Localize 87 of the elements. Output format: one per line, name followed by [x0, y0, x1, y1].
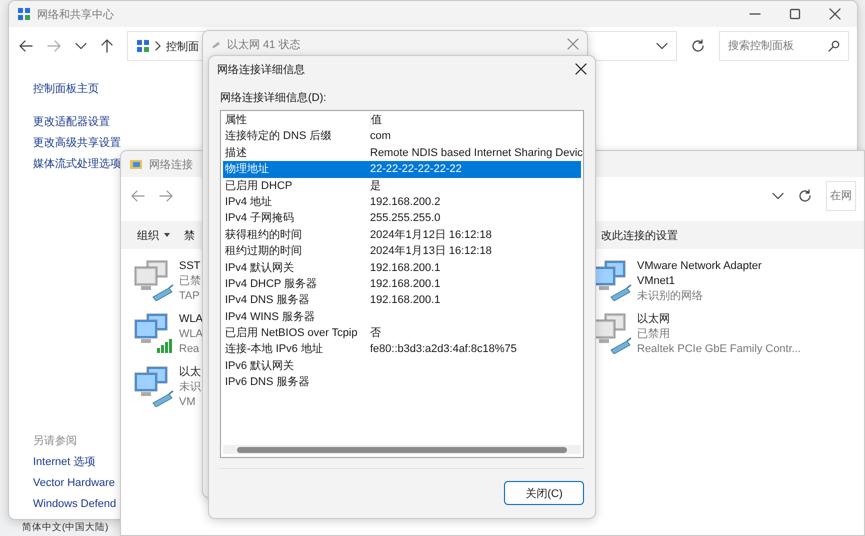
- property-cell-text: IPv4 WINS 服务器: [225, 310, 316, 325]
- wireless-network-computers-icon[interactable]: [133, 312, 175, 354]
- value-cell-text: 是: [370, 178, 382, 194]
- property-cell-text: IPv6 DNS 服务器: [225, 375, 310, 390]
- sidebar-link[interactable]: Windows Defend: [33, 494, 116, 515]
- adapter-name[interactable]: VMware Network Adapter VMnet1: [637, 259, 787, 289]
- window-title: 网络连接: [149, 158, 193, 172]
- close-icon[interactable]: [829, 8, 841, 20]
- property-cell-text: 描述: [225, 146, 248, 161]
- adapter-detail: 已禁用: [637, 327, 671, 342]
- value-cell-text: 2024年1月12日 16:12:18: [370, 228, 493, 243]
- property-cell-text: 连接-本地 IPv6 地址: [225, 342, 324, 358]
- adapter-detail: Rea: [179, 342, 200, 357]
- window-title: 网络和共享中心: [37, 8, 114, 22]
- breadcrumb-item[interactable]: 控制面: [166, 38, 199, 54]
- value-cell-text: Remote NDIS based Internet Sharing Devic: [370, 146, 583, 161]
- adapter-detail: VM: [179, 395, 196, 410]
- property-cell-text: IPv4 子网掩码: [225, 211, 296, 226]
- cable-icon: [211, 40, 221, 48]
- scrollbar-thumb[interactable]: [237, 446, 567, 452]
- adapter-detail: TAP: [179, 289, 201, 304]
- adapter-detail: 已禁: [179, 274, 201, 289]
- sidebar-link[interactable]: 媒体流式处理选项: [33, 154, 121, 175]
- folder-network-icon: [129, 157, 143, 171]
- section-heading: 另请参阅: [33, 434, 77, 449]
- selected-row[interactable]: 物理地址 22-22-22-22-22-22: [223, 161, 581, 178]
- control-panel-icon: [17, 7, 31, 21]
- chevron-down-icon[interactable]: [772, 192, 784, 200]
- search-field[interactable]: 在网: [826, 181, 856, 211]
- property-cell-text: IPv4 默认网关: [225, 260, 296, 276]
- sidebar-link[interactable]: 更改适配器设置: [33, 112, 110, 133]
- value-cell-text: com: [370, 129, 392, 144]
- property-cell-text: 连接特定的 DNS 后缀: [225, 128, 332, 144]
- property-cell-text: 已启用 NetBIOS over Tcpip: [225, 326, 358, 342]
- property-cell-text: IPv4 地址: [225, 194, 274, 210]
- chevron-down-icon[interactable]: [75, 42, 87, 50]
- value-cell-text: 22-22-22-22-22-22: [370, 162, 463, 178]
- sidebar-link[interactable]: Vector Hardware: [33, 473, 115, 494]
- search-icon[interactable]: [828, 40, 840, 52]
- adapter-detail: Realtek PCIe GbE Family Contr...: [637, 342, 801, 357]
- adapter-name[interactable]: 以太: [179, 365, 201, 380]
- value-cell-text: 2024年1月13日 16:12:18: [370, 244, 493, 260]
- property-cell-text: 已启用 DHCP: [225, 178, 294, 194]
- language-label: 简体中文(中国大陆): [22, 522, 108, 534]
- dialog-title: 网络连接详细信息: [217, 62, 305, 76]
- property-cell-text: 物理地址: [225, 162, 270, 178]
- close-button[interactable]: 关闭(C): [504, 481, 584, 505]
- details-list[interactable]: [220, 110, 584, 458]
- adapter-detail: 未识: [179, 380, 201, 395]
- back-arrow-icon[interactable]: [19, 40, 33, 52]
- adapter-detail: 未识别的网络: [637, 289, 704, 304]
- value-cell-text: 192.168.200.1: [370, 260, 442, 276]
- menu-button[interactable]: 组织: [137, 228, 170, 242]
- forward-arrow-icon[interactable]: [159, 190, 173, 202]
- chevron-right-icon: [155, 41, 161, 51]
- value-cell-text: 192.168.200.1: [370, 293, 442, 308]
- value-cell-text: fe80::b3d3:a2d3:4af:8c18%75: [370, 342, 518, 358]
- caret-icon: [164, 233, 170, 237]
- toolbar-button[interactable]: 禁: [184, 228, 195, 242]
- column-header[interactable]: 值: [370, 112, 581, 128]
- property-cell-text: 租约过期的时间: [225, 244, 303, 260]
- sidebar-link[interactable]: Internet 选项: [33, 452, 96, 473]
- value-cell-text: 否: [370, 326, 382, 342]
- adapter-detail: WLA: [179, 327, 203, 342]
- column-header[interactable]: 属性: [225, 112, 370, 128]
- close-icon[interactable]: [575, 63, 587, 75]
- property-cell-text: IPv4 DNS 服务器: [225, 293, 310, 308]
- search-field[interactable]: 搜索控制面板: [719, 31, 849, 61]
- up-arrow-icon[interactable]: [101, 39, 113, 53]
- toolbar-button[interactable]: 改此连接的设置: [601, 228, 678, 242]
- wired-network-computers-icon[interactable]: [133, 365, 175, 407]
- property-cell-text: IPv6 默认网关: [225, 358, 296, 374]
- maximize-icon[interactable]: [789, 8, 801, 20]
- property-cell-text: IPv4 DHCP 服务器: [225, 276, 318, 292]
- adapter-name[interactable]: WLA: [179, 312, 203, 327]
- list-label: 网络连接详细信息(D):: [220, 90, 328, 106]
- value-cell-text: 192.168.200.1: [370, 276, 442, 292]
- control-panel-icon: [136, 39, 150, 53]
- refresh-icon[interactable]: [691, 39, 705, 53]
- sidebar-link[interactable]: 控制面板主页: [33, 79, 99, 100]
- window-title: 以太网 41 状态: [227, 38, 300, 52]
- property-cell-text: 获得租约的时间: [225, 228, 303, 243]
- chevron-down-icon[interactable]: [656, 42, 668, 50]
- value-cell-text: 192.168.200.2: [370, 194, 442, 210]
- refresh-icon[interactable]: [798, 189, 812, 203]
- sidebar-link[interactable]: 更改高级共享设置: [33, 133, 121, 154]
- value-cell-text: 255.255.255.0: [370, 211, 442, 226]
